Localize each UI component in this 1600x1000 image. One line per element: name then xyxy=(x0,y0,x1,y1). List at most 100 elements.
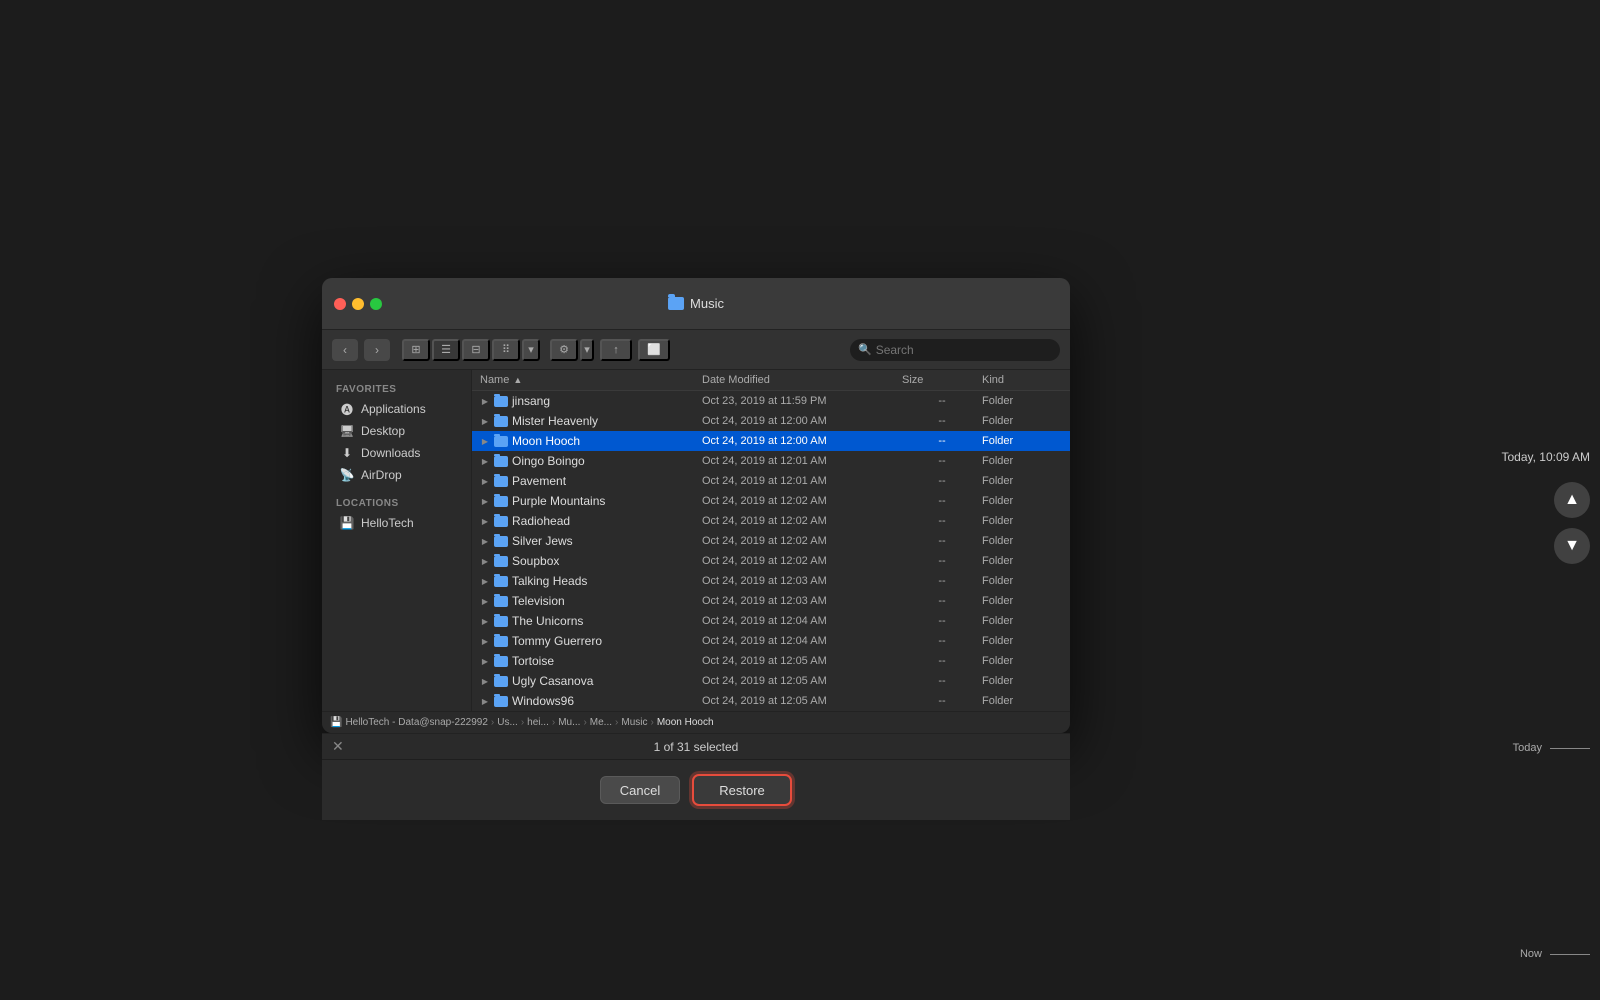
expand-arrow-icon[interactable]: ▶ xyxy=(480,556,490,566)
gear-dropdown-button[interactable]: ▾ xyxy=(580,339,594,361)
table-row[interactable]: ▶ Tommy Guerrero Oct 24, 2019 at 12:04 A… xyxy=(472,631,1070,651)
folder-icon xyxy=(494,476,508,487)
expand-arrow-icon[interactable]: ▶ xyxy=(480,436,490,446)
view-buttons: ⊞ ☰ ⊟ ⠿ ▾ xyxy=(402,339,540,361)
close-button[interactable] xyxy=(334,298,346,310)
button-row: Cancel Restore xyxy=(322,760,1070,820)
folder-icon xyxy=(494,516,508,527)
tm-bottom: Today Now xyxy=(1513,742,1590,960)
file-name-cell: ▶ Television xyxy=(480,594,702,608)
file-date: Oct 24, 2019 at 12:05 AM xyxy=(702,675,902,687)
expand-arrow-icon[interactable]: ▶ xyxy=(480,536,490,546)
table-row[interactable]: ▶ Ugly Casanova Oct 24, 2019 at 12:05 AM… xyxy=(472,671,1070,691)
expand-arrow-icon[interactable]: ▶ xyxy=(480,636,490,646)
cancel-button[interactable]: Cancel xyxy=(600,776,680,804)
table-row[interactable]: ▶ Mister Heavenly Oct 24, 2019 at 12:00 … xyxy=(472,411,1070,431)
file-name-cell: ▶ Oingo Boingo xyxy=(480,454,702,468)
file-kind: Folder xyxy=(982,595,1062,607)
applications-icon: 🅐 xyxy=(340,402,354,416)
table-row[interactable]: ▶ The Unicorns Oct 24, 2019 at 12:04 AM … xyxy=(472,611,1070,631)
search-bar[interactable]: 🔍 xyxy=(850,339,1060,361)
time-machine-sidebar: Today, 10:09 AM ▲ ▼ Today Now xyxy=(1440,0,1600,1000)
list-view-button[interactable]: ☰ xyxy=(432,339,460,361)
tm-timestamp: Today, 10:09 AM xyxy=(1502,450,1591,464)
expand-arrow-icon[interactable]: ▶ xyxy=(480,596,490,606)
expand-arrow-icon[interactable]: ▶ xyxy=(480,576,490,586)
expand-arrow-icon[interactable]: ▶ xyxy=(480,676,490,686)
table-row[interactable]: ▶ Oingo Boingo Oct 24, 2019 at 12:01 AM … xyxy=(472,451,1070,471)
file-name: Oingo Boingo xyxy=(512,454,585,468)
expand-arrow-icon[interactable]: ▶ xyxy=(480,396,490,406)
table-row[interactable]: ▶ Windows96 Oct 24, 2019 at 12:05 AM -- … xyxy=(472,691,1070,711)
share-button[interactable]: ↑ xyxy=(600,339,632,361)
file-kind: Folder xyxy=(982,475,1062,487)
sidebar-item-applications[interactable]: 🅐 Applications xyxy=(326,398,467,420)
fullscreen-button[interactable] xyxy=(370,298,382,310)
back-button[interactable]: ‹ xyxy=(332,339,358,361)
folder-icon xyxy=(494,556,508,567)
folder-icon xyxy=(494,536,508,547)
airdrop-icon: 📡 xyxy=(340,468,354,482)
table-row[interactable]: ▶ Radiohead Oct 24, 2019 at 12:02 AM -- … xyxy=(472,511,1070,531)
expand-arrow-icon[interactable]: ▶ xyxy=(480,516,490,526)
expand-arrow-icon[interactable]: ▶ xyxy=(480,476,490,486)
gear-button[interactable]: ⚙ xyxy=(550,339,578,361)
table-row[interactable]: ▶ Pavement Oct 24, 2019 at 12:01 AM -- F… xyxy=(472,471,1070,491)
file-kind: Folder xyxy=(982,495,1062,507)
column-view-button[interactable]: ⊟ xyxy=(462,339,490,361)
table-row[interactable]: ▶ Soupbox Oct 24, 2019 at 12:02 AM -- Fo… xyxy=(472,551,1070,571)
file-date: Oct 24, 2019 at 12:04 AM xyxy=(702,635,902,647)
file-name: Purple Mountains xyxy=(512,494,605,508)
file-size: -- xyxy=(902,635,982,647)
minimize-button[interactable] xyxy=(352,298,364,310)
file-name: Silver Jews xyxy=(512,534,573,548)
file-name: Mister Heavenly xyxy=(512,414,598,428)
file-kind: Folder xyxy=(982,435,1062,447)
file-name: The Unicorns xyxy=(512,614,583,628)
expand-arrow-icon[interactable]: ▶ xyxy=(480,456,490,466)
status-bar: ✕ 1 of 31 selected xyxy=(322,734,1070,760)
forward-button[interactable]: › xyxy=(364,339,390,361)
search-input[interactable] xyxy=(876,343,1052,357)
file-name-cell: ▶ The Unicorns xyxy=(480,614,702,628)
action-buttons: ⚙ ▾ xyxy=(550,339,594,361)
table-row[interactable]: ▶ Television Oct 24, 2019 at 12:03 AM --… xyxy=(472,591,1070,611)
expand-arrow-icon[interactable]: ▶ xyxy=(480,656,490,666)
column-name: Name ▲ xyxy=(480,374,702,386)
file-kind: Folder xyxy=(982,395,1062,407)
expand-arrow-icon[interactable]: ▶ xyxy=(480,616,490,626)
folder-icon xyxy=(494,496,508,507)
file-date: Oct 24, 2019 at 12:00 AM xyxy=(702,415,902,427)
table-row[interactable]: ▶ Tortoise Oct 24, 2019 at 12:05 AM -- F… xyxy=(472,651,1070,671)
file-list-container[interactable]: Name ▲ Date Modified Size Kind xyxy=(472,370,1070,711)
table-row[interactable]: ▶ Talking Heads Oct 24, 2019 at 12:03 AM… xyxy=(472,571,1070,591)
expand-arrow-icon[interactable]: ▶ xyxy=(480,496,490,506)
expand-arrow-icon[interactable]: ▶ xyxy=(480,696,490,706)
expand-arrow-icon[interactable]: ▶ xyxy=(480,416,490,426)
file-name-cell: ▶ Soupbox xyxy=(480,554,702,568)
folder-icon xyxy=(494,576,508,587)
close-status-icon[interactable]: ✕ xyxy=(332,738,344,755)
file-name: Soupbox xyxy=(512,554,559,568)
sidebar-item-downloads[interactable]: ⬇ Downloads xyxy=(326,442,467,464)
file-date: Oct 24, 2019 at 12:03 AM xyxy=(702,595,902,607)
sidebar-item-desktop[interactable]: 🖥 Desktop xyxy=(326,420,467,442)
table-row[interactable]: ▶ Moon Hooch Oct 24, 2019 at 12:00 AM --… xyxy=(472,431,1070,451)
file-size: -- xyxy=(902,595,982,607)
tm-down-button[interactable]: ▼ xyxy=(1554,528,1590,564)
gallery-view-button[interactable]: ⠿ xyxy=(492,339,520,361)
sidebar-item-applications-label: Applications xyxy=(361,402,426,416)
sidebar-item-desktop-label: Desktop xyxy=(361,424,405,438)
file-name: Ugly Casanova xyxy=(512,674,593,688)
table-row[interactable]: ▶ jinsang Oct 23, 2019 at 11:59 PM -- Fo… xyxy=(472,391,1070,411)
sidebar-item-airdrop[interactable]: 📡 AirDrop xyxy=(326,464,467,486)
icon-view-button[interactable]: ⊞ xyxy=(402,339,430,361)
table-row[interactable]: ▶ Purple Mountains Oct 24, 2019 at 12:02… xyxy=(472,491,1070,511)
tm-up-button[interactable]: ▲ xyxy=(1554,482,1590,518)
view-dropdown-button[interactable]: ▾ xyxy=(522,339,540,361)
restore-button[interactable]: Restore xyxy=(692,774,792,806)
finder-sidebar: Favorites 🅐 Applications 🖥 Desktop ⬇ Dow… xyxy=(322,370,472,711)
tags-button[interactable]: ⬜ xyxy=(638,339,670,361)
table-row[interactable]: ▶ Silver Jews Oct 24, 2019 at 12:02 AM -… xyxy=(472,531,1070,551)
sidebar-item-hellotech[interactable]: 💾 HelloTech xyxy=(326,512,467,534)
